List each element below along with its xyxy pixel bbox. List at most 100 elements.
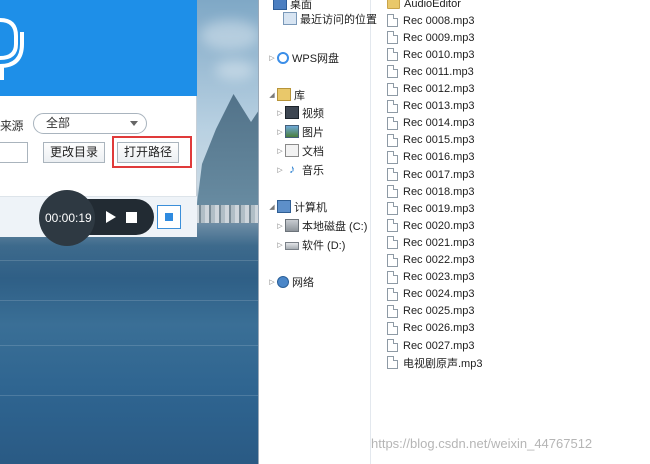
nav-label: 音乐 [302,164,324,177]
recorder-header [0,0,197,96]
nav-label: 计算机 [294,201,327,214]
file-name: Rec 0018.mp3 [403,185,475,198]
file-item[interactable]: Rec 0023.mp3 [387,269,475,286]
file-name: Rec 0008.mp3 [403,14,475,27]
file-name: Rec 0010.mp3 [403,48,475,61]
file-item[interactable]: Rec 0021.mp3 [387,234,475,251]
nav-label: 库 [294,89,305,102]
save-path-input[interactable] [0,142,28,163]
nav-item-documents[interactable]: ▷ 文档 [275,142,324,159]
file-item[interactable]: Rec 0027.mp3 [387,337,475,354]
nav-label: WPS网盘 [292,52,340,65]
nav-item-library[interactable]: ◢ 库 [267,86,305,103]
nav-label: 最近访问的位置 [300,13,377,26]
file-name: Rec 0016.mp3 [403,151,475,164]
library-icon [277,88,291,101]
expand-arrow-icon[interactable]: ▷ [267,54,277,62]
file-name: Rec 0014.mp3 [403,117,475,130]
expand-arrow-icon[interactable]: ▷ [275,128,285,136]
file-item[interactable]: Rec 0017.mp3 [387,166,475,183]
file-item[interactable]: Rec 0008.mp3 [387,12,475,29]
file-item[interactable]: Rec 0024.mp3 [387,286,475,303]
open-path-button[interactable]: 打开路径 [117,142,179,163]
file-name: Rec 0012.mp3 [403,83,475,95]
expand-arrow-icon[interactable]: ▷ [275,166,285,174]
expand-arrow-icon[interactable]: ▷ [275,241,285,249]
nav-item-video[interactable]: ▷ 视频 [275,104,324,121]
nav-item-wps[interactable]: ▷ WPS网盘 [267,49,339,66]
documents-icon [285,144,299,157]
watermark: https://blog.csdn.net/weixin_44767512 [371,436,593,451]
file-name: Rec 0011.mp3 [403,65,474,78]
file-name: Rec 0025.mp3 [403,305,475,318]
nav-item-recent[interactable]: 最近访问的位置 [283,10,377,27]
wallpaper-cloud [200,20,260,50]
file-name: Rec 0022.mp3 [403,254,475,266]
nav-item-pictures[interactable]: ▷ 图片 [275,123,324,140]
file-item[interactable]: Rec 0020.mp3 [387,217,475,234]
folder-icon [387,0,400,9]
file-icon [387,14,398,28]
pictures-icon [285,125,299,138]
nav-label: 本地磁盘 (C:) [302,220,368,233]
file-item[interactable]: Rec 0012.mp3 [387,81,475,98]
expand-arrow-icon[interactable]: ▷ [275,147,285,155]
nav-label: 文档 [302,145,324,158]
file-item[interactable]: Rec 0013.mp3 [387,98,475,115]
file-name: Rec 0013.mp3 [403,100,475,113]
file-name: Rec 0020.mp3 [403,219,475,232]
recent-places-icon [283,12,297,25]
stop-icon[interactable] [126,212,137,223]
file-icon [387,304,398,318]
navigation-pane: 桌面 最近访问的位置 ▷ WPS网盘 ◢ 库 ▷ 视频 ▷ 图片 ▷ 文档 ▷ … [259,0,377,464]
file-name: Rec 0026.mp3 [403,322,475,335]
nav-item-software[interactable]: ▷ 软件 (D:) [275,236,345,253]
play-icon[interactable] [106,211,116,223]
file-item[interactable]: Rec 0025.mp3 [387,303,475,320]
recording-timer: 00:00:19 [45,211,92,225]
wallpaper-mountain [195,94,262,220]
file-item[interactable]: Rec 0009.mp3 [387,29,475,46]
collapse-arrow-icon[interactable]: ◢ [267,203,277,211]
file-item[interactable]: Rec 0016.mp3 [387,149,475,166]
file-icon [387,236,398,250]
file-item[interactable]: Rec 0015.mp3 [387,132,475,149]
nav-item-music[interactable]: ▷ ♪ 音乐 [275,161,324,178]
folder-item[interactable]: AudioEditor [387,0,461,12]
nav-item-network[interactable]: ▷ 网络 [267,273,314,290]
source-select[interactable]: 全部 [33,113,147,134]
computer-icon [277,200,291,213]
file-icon [387,253,398,267]
file-item[interactable]: Rec 0011.mp3 [387,63,474,80]
file-icon [387,321,398,335]
file-item[interactable]: 电视剧原声.mp3 [387,354,482,371]
wallpaper-town [195,205,262,223]
change-directory-button[interactable]: 更改目录 [43,142,105,163]
expand-arrow-icon[interactable]: ▷ [275,109,285,117]
wallpaper-water [0,395,262,396]
expand-arrow-icon[interactable]: ▷ [267,278,277,286]
file-name: Rec 0015.mp3 [403,134,475,147]
nav-label: 软件 (D:) [302,239,346,252]
expand-arrow-icon[interactable]: ▷ [275,222,285,230]
stop-square-icon [165,213,173,221]
file-name: AudioEditor [404,0,461,10]
collapse-arrow-icon[interactable]: ◢ [267,91,277,99]
file-icon [387,270,398,284]
file-item[interactable]: Rec 0018.mp3 [387,183,475,200]
file-name: Rec 0027.mp3 [403,339,475,352]
file-item[interactable]: Rec 0026.mp3 [387,320,475,337]
wallpaper-water [0,345,262,346]
file-name: Rec 0023.mp3 [403,271,475,284]
file-item[interactable]: Rec 0019.mp3 [387,200,475,217]
nav-item-computer[interactable]: ◢ 计算机 [267,198,327,215]
file-name: 电视剧原声.mp3 [403,357,483,370]
file-item[interactable]: Rec 0010.mp3 [387,46,475,63]
record-stop-button[interactable] [157,205,181,229]
file-item[interactable]: Rec 0014.mp3 [387,115,475,132]
nav-item-local-disk[interactable]: ▷ 本地磁盘 (C:) [275,217,367,234]
file-item[interactable]: Rec 0022.mp3 [387,252,475,269]
file-name: Rec 0019.mp3 [403,202,475,215]
file-name: Rec 0021.mp3 [403,236,475,249]
file-icon [387,150,398,164]
